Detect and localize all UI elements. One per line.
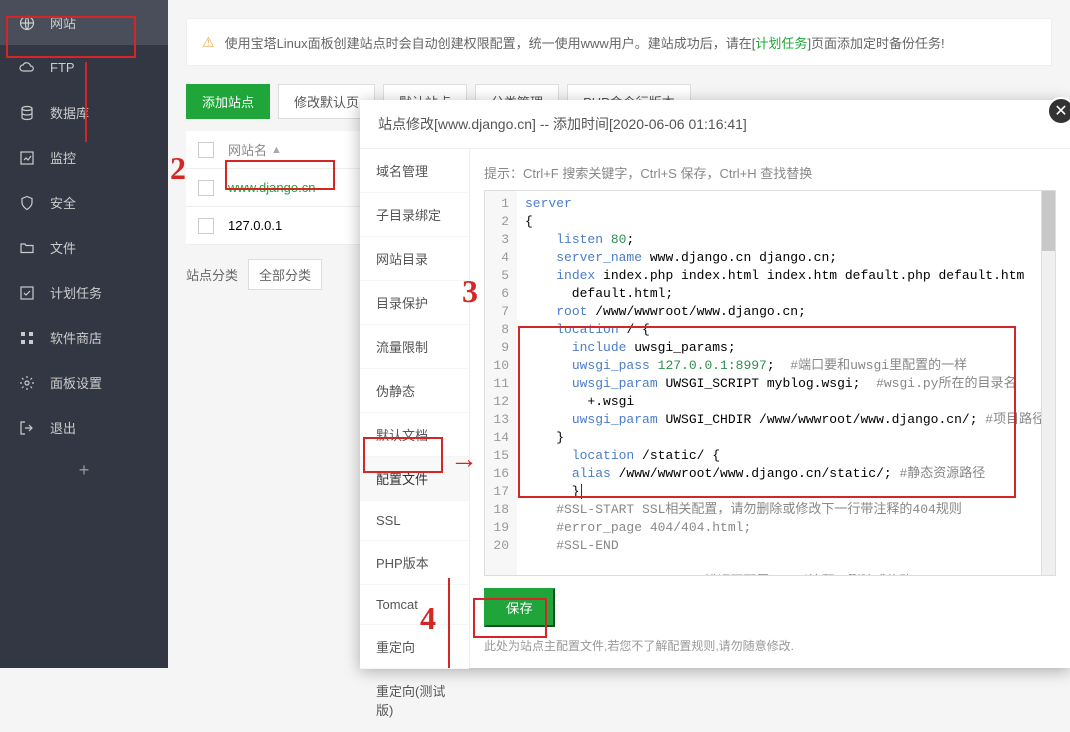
sidebar-item-database[interactable]: 数据库 [0,90,168,135]
folder-icon [18,239,36,257]
sidebar-item-gear[interactable]: 面板设置 [0,360,168,405]
globe-icon [18,14,36,32]
dialog-tab[interactable]: 伪静态 [360,369,469,413]
config-editor[interactable]: 1234567891011121314151617181920 server{ … [484,190,1056,576]
database-icon [18,104,36,122]
dialog-tab[interactable]: 流量限制 [360,325,469,369]
category-select[interactable]: 全部分类 [248,259,322,290]
sidebar-add[interactable]: + [0,450,168,491]
dialog-content: 提示：Ctrl+F 搜索关键字，Ctrl+S 保存，Ctrl+H 查找替换 12… [470,149,1070,668]
grid-icon [18,329,36,347]
sidebar: 网站 FTP 数据库监控安全文件计划任务软件商店面板设置退出 + [0,0,168,668]
site-link[interactable]: www.django.cn [228,180,315,195]
dialog-tabs: 域名管理子目录绑定网站目录目录保护流量限制伪静态默认文档配置文件SSLPHP版本… [360,149,470,668]
alert-text-pre: 使用宝塔Linux面板创建站点时会自动创建权限配置，统一使用www用户。建站成功… [225,36,756,51]
sidebar-item-cloud[interactable]: FTP [0,45,168,90]
dialog-tab[interactable]: PHP版本 [360,541,469,585]
cloud-icon [18,59,36,77]
select-all-checkbox[interactable] [198,142,214,158]
dialog-tab[interactable]: 配置文件 [360,457,469,501]
sidebar-item-check[interactable]: 计划任务 [0,270,168,315]
dialog-tab[interactable]: 重定向 [360,625,469,669]
save-row: 保存 [484,576,1056,627]
editor-hint: 提示：Ctrl+F 搜索关键字，Ctrl+S 保存，Ctrl+H 查找替换 [484,163,1056,182]
dialog-tab[interactable]: 重定向(测试版) [360,669,469,732]
sidebar-item-label: 监控 [50,148,76,167]
site-text[interactable]: 127.0.0.1 [228,218,282,233]
add-site-button[interactable]: 添加站点 [186,84,270,119]
sidebar-item-exit[interactable]: 退出 [0,405,168,450]
sidebar-item-grid[interactable]: 软件商店 [0,315,168,360]
sidebar-item-label: 面板设置 [50,373,102,392]
sidebar-item-globe[interactable]: 网站 [0,0,168,45]
line-gutter: 1234567891011121314151617181920 [485,191,517,575]
sidebar-item-label: 计划任务 [50,283,102,302]
sidebar-item-label: FTP [50,60,75,75]
sort-icon[interactable]: ▲ [271,144,282,156]
alert-banner: ⚠ 使用宝塔Linux面板创建站点时会自动创建权限配置，统一使用www用户。建站… [186,18,1052,66]
sidebar-item-label: 数据库 [50,103,89,122]
editor-scrollbar[interactable] [1041,191,1055,575]
close-icon[interactable]: ✕ [1047,97,1070,125]
save-button[interactable]: 保存 [484,588,555,627]
row-checkbox[interactable] [198,180,214,196]
dialog-tab[interactable]: SSL [360,501,469,541]
shield-icon [18,194,36,212]
col-site-name[interactable]: 网站名 [228,140,267,159]
sidebar-item-label: 退出 [50,418,76,437]
dialog-tab[interactable]: 域名管理 [360,149,469,193]
sidebar-item-label: 安全 [50,193,76,212]
dialog-tab[interactable]: 目录保护 [360,281,469,325]
sidebar-item-chart[interactable]: 监控 [0,135,168,180]
dialog-title: 站点修改[www.django.cn] -- 添加时间[2020-06-06 0… [360,100,1070,149]
sidebar-item-label: 软件商店 [50,328,102,347]
dialog-tab[interactable]: 网站目录 [360,237,469,281]
config-tip: 此处为站点主配置文件,若您不了解配置规则,请勿随意修改. [484,637,1056,654]
sidebar-item-label: 网站 [50,13,76,32]
dialog-tab[interactable]: 默认文档 [360,413,469,457]
sidebar-item-label: 文件 [50,238,76,257]
code-area[interactable]: server{ listen 80; server_name www.djang… [517,191,1055,575]
warning-icon: ⚠ [202,34,215,51]
row-checkbox[interactable] [198,218,214,234]
filter-label: 站点分类 [186,265,238,284]
alert-text-post: ]页面添加定时备份任务! [807,36,944,51]
exit-icon [18,419,36,437]
sidebar-item-shield[interactable]: 安全 [0,180,168,225]
dialog-tab[interactable]: 子目录绑定 [360,193,469,237]
check-icon [18,284,36,302]
gear-icon [18,374,36,392]
chart-icon [18,149,36,167]
dialog-tab[interactable]: Tomcat [360,585,469,625]
site-edit-dialog: 站点修改[www.django.cn] -- 添加时间[2020-06-06 0… [360,100,1070,668]
alert-link[interactable]: 计划任务 [755,36,807,51]
sidebar-item-folder[interactable]: 文件 [0,225,168,270]
scrollbar-thumb[interactable] [1042,191,1055,251]
